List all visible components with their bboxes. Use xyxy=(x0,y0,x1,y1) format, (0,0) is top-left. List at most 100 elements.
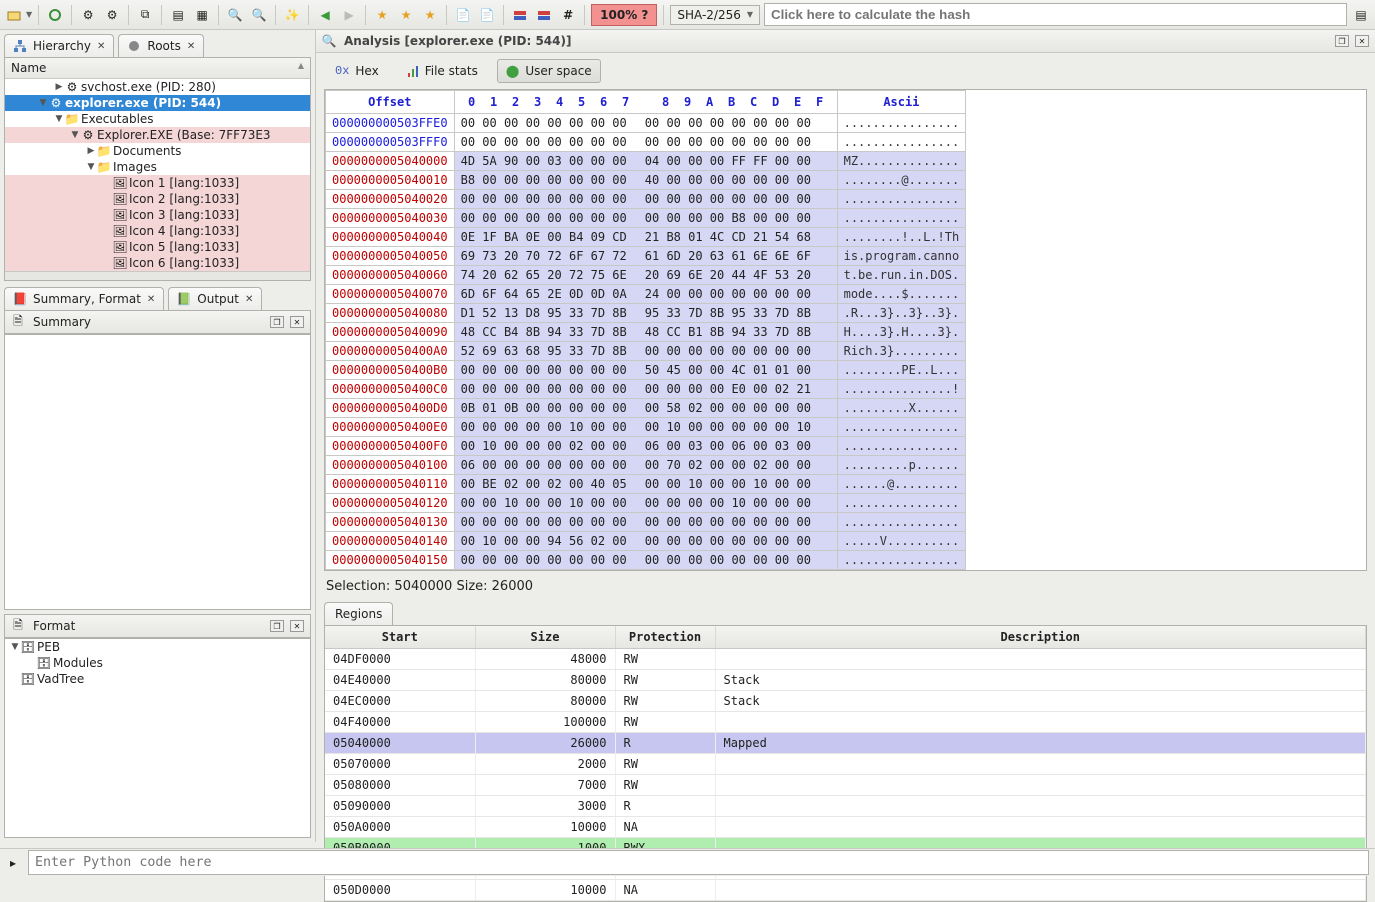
tree-item[interactable]: 🖼Icon 1 [lang:1033] xyxy=(5,175,310,191)
tree-item[interactable]: 🖼Icon 6 [lang:1033] xyxy=(5,255,310,271)
hex-row[interactable]: 000000000503FFE000 00 00 00 00 00 00 000… xyxy=(326,114,966,133)
region-col-header[interactable]: Size xyxy=(475,626,615,649)
tree-item[interactable]: ▼⚙Explorer.EXE (Base: 7FF73E3 xyxy=(5,127,310,143)
hash-go-icon[interactable]: ▤ xyxy=(1351,5,1371,25)
close-panel-icon[interactable]: ✕ xyxy=(1355,35,1369,47)
tree-twist-icon[interactable]: ▼ xyxy=(85,162,97,172)
hex-row[interactable]: 00000000050400D00B 01 0B 00 00 00 00 000… xyxy=(326,399,966,418)
tree-twist-icon[interactable]: ▼ xyxy=(69,130,81,140)
tree-header[interactable]: Name▲ xyxy=(5,58,310,79)
back-icon[interactable]: ◀ xyxy=(315,5,335,25)
hex-button[interactable]: 0xHex xyxy=(326,59,388,83)
tab-output[interactable]: 📗 Output ✕ xyxy=(168,287,262,310)
region-col-header[interactable]: Protection xyxy=(615,626,715,649)
horizontal-scrollbar[interactable] xyxy=(5,271,310,281)
region-col-header[interactable]: Start xyxy=(325,626,475,649)
star1-icon[interactable]: ★ xyxy=(372,5,392,25)
star2-icon[interactable]: ★ xyxy=(396,5,416,25)
region-row[interactable]: 050A000010000NA xyxy=(325,817,1366,838)
hex-row[interactable]: 00000000050400A052 69 63 68 95 33 7D 8B0… xyxy=(326,342,966,361)
searchx-icon[interactable]: 🔍 xyxy=(249,5,269,25)
hex-row[interactable]: 00000000050400B000 00 00 00 00 00 00 005… xyxy=(326,361,966,380)
tree-item[interactable]: 🖼Icon 3 [lang:1033] xyxy=(5,207,310,223)
hex-row[interactable]: 000000000504012000 00 10 00 00 10 00 000… xyxy=(326,494,966,513)
userspace-button[interactable]: ⬤User space xyxy=(497,59,601,83)
marker1-icon[interactable] xyxy=(510,5,530,25)
tree-twist-icon[interactable]: ▶ xyxy=(53,82,65,92)
tree-item[interactable]: ▶⚙svchost.exe (PID: 280) xyxy=(5,79,310,95)
close-panel-icon[interactable]: ✕ xyxy=(290,316,304,328)
hex-row[interactable]: 00000000050400706D 6F 64 65 2E 0D 0D 0A2… xyxy=(326,285,966,304)
hex-row[interactable]: 000000000504003000 00 00 00 00 00 00 000… xyxy=(326,209,966,228)
tab-regions[interactable]: Regions xyxy=(324,602,393,625)
hex-row[interactable]: 000000000504015000 00 00 00 00 00 00 000… xyxy=(326,551,966,570)
region-row[interactable]: 04E4000080000RWStack xyxy=(325,670,1366,691)
refresh-icon[interactable] xyxy=(45,5,65,25)
hex-row[interactable]: 000000000504014000 10 00 00 94 56 02 000… xyxy=(326,532,966,551)
wand-icon[interactable]: ✨ xyxy=(282,5,302,25)
region-col-header[interactable]: Description xyxy=(715,626,1366,649)
hex-row[interactable]: 000000000504011000 BE 02 00 02 00 40 050… xyxy=(326,475,966,494)
tree-item[interactable]: 🖼Icon 4 [lang:1033] xyxy=(5,223,310,239)
tree-item[interactable]: ▼📁Images xyxy=(5,159,310,175)
tab-roots[interactable]: Roots ✕ xyxy=(118,34,204,57)
hex-row[interactable]: 000000000504006074 20 62 65 20 72 75 6E2… xyxy=(326,266,966,285)
restore-icon[interactable]: ❐ xyxy=(1335,35,1349,47)
close-icon[interactable]: ✕ xyxy=(245,294,253,305)
region-row[interactable]: 0504000026000RMapped xyxy=(325,733,1366,754)
open-dropdown-icon[interactable]: ▼ xyxy=(26,10,32,19)
progress-badge[interactable]: 100% ? xyxy=(591,4,657,26)
tree-twist-icon[interactable]: ▼ xyxy=(37,98,49,108)
layout2-icon[interactable]: ▦ xyxy=(192,5,212,25)
tree-twist-icon[interactable]: ▶ xyxy=(85,146,97,156)
tab-hierarchy[interactable]: Hierarchy ✕ xyxy=(4,34,114,57)
hex-row[interactable]: 000000000504009048 CC B4 8B 94 33 7D 8B4… xyxy=(326,323,966,342)
tab-summary-format[interactable]: 📕 Summary, Format ✕ xyxy=(4,287,164,310)
tree-item[interactable]: 🖼Icon 5 [lang:1033] xyxy=(5,239,310,255)
hex-row[interactable]: 00000000050400C000 00 00 00 00 00 00 000… xyxy=(326,380,966,399)
hex-row[interactable]: 00000000050400400E 1F BA 0E 00 B4 09 CD2… xyxy=(326,228,966,247)
gear1-icon[interactable]: ⚙ xyxy=(78,5,98,25)
hex-row[interactable]: 000000000504013000 00 00 00 00 00 00 000… xyxy=(326,513,966,532)
format-item-vadtree[interactable]: 🗄VadTree xyxy=(5,671,310,687)
marker2-icon[interactable] xyxy=(534,5,554,25)
filestats-button[interactable]: File stats xyxy=(398,59,487,83)
close-panel-icon[interactable]: ✕ xyxy=(290,620,304,632)
region-row[interactable]: 050700002000RW xyxy=(325,754,1366,775)
doc1-icon[interactable]: 📄 xyxy=(453,5,473,25)
hex-row[interactable]: 0000000005040010B8 00 00 00 00 00 00 004… xyxy=(326,171,966,190)
tree-item[interactable]: ▼📁Executables xyxy=(5,111,310,127)
close-icon[interactable]: ✕ xyxy=(187,41,195,52)
close-icon[interactable]: ✕ xyxy=(97,41,105,52)
format-item-peb[interactable]: ▼🗄PEB xyxy=(5,639,310,655)
hex-row[interactable]: 00000000050400E000 00 00 00 00 10 00 000… xyxy=(326,418,966,437)
hex-row[interactable]: 000000000504002000 00 00 00 00 00 00 000… xyxy=(326,190,966,209)
region-row[interactable]: 050800007000RW xyxy=(325,775,1366,796)
tree-item[interactable]: ▼⚙explorer.exe (PID: 544) xyxy=(5,95,310,111)
python-console-input[interactable] xyxy=(28,850,1369,875)
format-item-modules[interactable]: 🗄Modules xyxy=(5,655,310,671)
region-row[interactable]: 04F40000100000RW xyxy=(325,712,1366,733)
hash-algo-select[interactable]: SHA-2/256▼ xyxy=(670,5,760,25)
star3-icon[interactable]: ★ xyxy=(420,5,440,25)
hex-row[interactable]: 000000000504005069 73 20 70 72 6F 67 726… xyxy=(326,247,966,266)
region-row[interactable]: 050900003000R xyxy=(325,796,1366,817)
hex-row[interactable]: 0000000005040080D1 52 13 D8 95 33 7D 8B9… xyxy=(326,304,966,323)
tree-item[interactable]: ▶📁Documents xyxy=(5,143,310,159)
open-file-icon[interactable] xyxy=(4,5,24,25)
gear2-icon[interactable]: ⚙ xyxy=(102,5,122,25)
tree-item[interactable]: 🖼Icon 2 [lang:1033] xyxy=(5,191,310,207)
hash-sign-icon[interactable]: # xyxy=(558,5,578,25)
hash-input[interactable] xyxy=(764,3,1347,26)
hex-row[interactable]: 000000000503FFF000 00 00 00 00 00 00 000… xyxy=(326,133,966,152)
hex-row[interactable]: 00000000050400F000 10 00 00 00 02 00 000… xyxy=(326,437,966,456)
close-icon[interactable]: ✕ xyxy=(147,294,155,305)
layout1-icon[interactable]: ▤ xyxy=(168,5,188,25)
search-icon[interactable]: 🔍 xyxy=(225,5,245,25)
restore-icon[interactable]: ❐ xyxy=(270,620,284,632)
restore-icon[interactable]: ❐ xyxy=(270,316,284,328)
region-row[interactable]: 04EC000080000RWStack xyxy=(325,691,1366,712)
region-row[interactable]: 050D000010000NA xyxy=(325,880,1366,901)
hex-row[interactable]: 00000000050400004D 5A 90 00 03 00 00 000… xyxy=(326,152,966,171)
forward-icon[interactable]: ▶ xyxy=(339,5,359,25)
